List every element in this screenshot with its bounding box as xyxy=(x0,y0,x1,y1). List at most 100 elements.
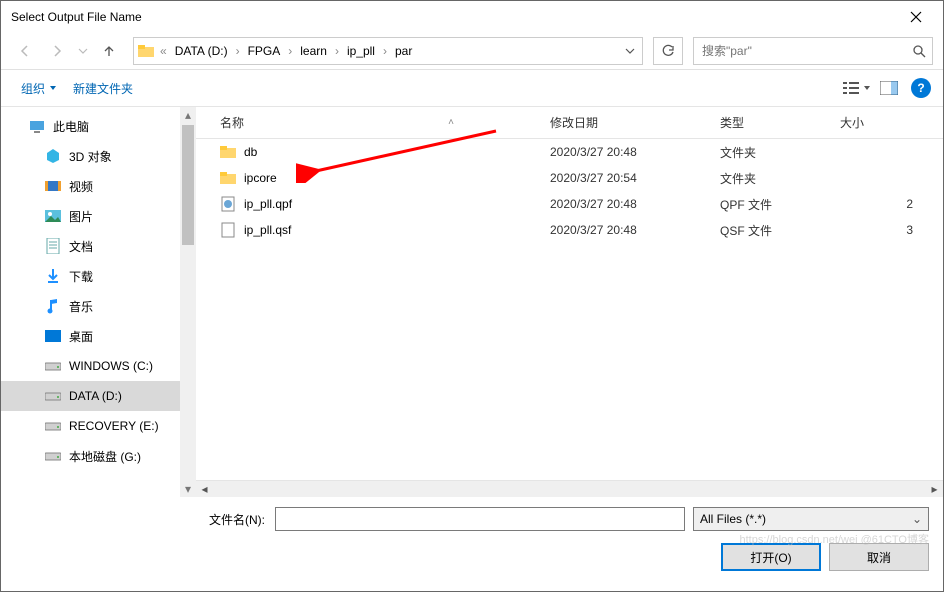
sidebar-item-label: RECOVERY (E:) xyxy=(69,419,159,433)
file-size: 3 xyxy=(832,223,943,237)
nav-up-button[interactable] xyxy=(95,37,123,65)
file-date: 2020/3/27 20:48 xyxy=(542,223,712,237)
video-icon xyxy=(45,178,61,194)
file-date: 2020/3/27 20:54 xyxy=(542,171,712,185)
file-hscrollbar[interactable]: ◂ ▸ xyxy=(196,480,943,497)
organize-label: 组织 xyxy=(21,80,45,97)
newfolder-label: 新建文件夹 xyxy=(73,80,133,97)
qpf-icon xyxy=(220,196,236,212)
sidebar-item[interactable]: 桌面 xyxy=(1,321,196,351)
sidebar-item[interactable]: 文档 xyxy=(1,231,196,261)
list-view-icon xyxy=(843,81,861,95)
3d-icon xyxy=(45,148,61,164)
sidebar-item-label: 本地磁盘 (G:) xyxy=(69,448,141,465)
scroll-up-icon: ▴ xyxy=(180,107,196,123)
scroll-thumb[interactable] xyxy=(182,125,194,245)
chevron-down-icon xyxy=(863,84,871,92)
help-button[interactable]: ? xyxy=(911,78,931,98)
sidebar-item[interactable]: 音乐 xyxy=(1,291,196,321)
address-bar[interactable]: « DATA (D:) › FPGA › learn › ip_pll › pa… xyxy=(133,37,643,65)
sidebar-item[interactable]: 下载 xyxy=(1,261,196,291)
file-row[interactable]: ip_pll.qsf 2020/3/27 20:48QSF 文件3 xyxy=(196,217,943,243)
sidebar-item-label: 下载 xyxy=(69,268,93,285)
file-row[interactable]: ip_pll.qpf2020/3/27 20:48QPF 文件2 xyxy=(196,191,943,217)
doc-icon xyxy=(45,238,61,254)
sidebar-item[interactable]: 此电脑 xyxy=(1,111,196,141)
sidebar-item[interactable]: 图片 xyxy=(1,201,196,231)
file-type: 文件夹 xyxy=(712,144,832,161)
sidebar-item[interactable]: WINDOWS (C:) xyxy=(1,351,196,381)
down-icon xyxy=(45,268,61,284)
breadcrumb-item[interactable]: ip_pll xyxy=(341,38,381,64)
drive-icon xyxy=(45,358,61,374)
search-input[interactable] xyxy=(700,43,912,59)
view-mode-button[interactable] xyxy=(843,74,871,102)
preview-icon xyxy=(880,81,898,95)
drive-icon xyxy=(45,448,61,464)
nav-back-button[interactable] xyxy=(11,37,39,65)
column-type[interactable]: 类型 xyxy=(712,114,832,131)
nav-recent-button[interactable] xyxy=(75,37,91,65)
watermark-text: https://blog.csdn.net/wei @61CTO博客 xyxy=(740,531,930,547)
refresh-button[interactable] xyxy=(653,37,683,65)
filter-label: All Files (*.*) xyxy=(700,512,766,526)
file-type: QSF 文件 xyxy=(712,222,832,239)
breadcrumb-item[interactable]: par xyxy=(389,38,418,64)
new-folder-button[interactable]: 新建文件夹 xyxy=(65,76,141,101)
file-name: ipcore xyxy=(244,171,277,185)
scroll-right-icon: ▸ xyxy=(926,481,943,497)
address-dropdown-button[interactable] xyxy=(618,38,642,64)
column-name[interactable]: 名称 ˄ xyxy=(212,114,542,131)
desk-icon xyxy=(45,328,61,344)
file-name: ip_pll.qsf xyxy=(244,223,291,237)
file-type-filter[interactable]: All Files (*.*) ⌄ xyxy=(693,507,929,531)
arrow-up-icon xyxy=(101,43,117,59)
breadcrumb-item[interactable]: learn xyxy=(294,38,333,64)
sidebar-item-label: 图片 xyxy=(69,208,93,225)
sidebar-item[interactable]: 本地磁盘 (G:) xyxy=(1,441,196,471)
close-button[interactable] xyxy=(893,1,939,33)
filename-input[interactable] xyxy=(275,507,685,531)
file-date: 2020/3/27 20:48 xyxy=(542,145,712,159)
arrow-right-icon xyxy=(49,43,65,59)
column-size[interactable]: 大小 xyxy=(832,114,943,131)
arrow-left-icon xyxy=(17,43,33,59)
sidebar-item-label: 文档 xyxy=(69,238,93,255)
pic-icon xyxy=(45,208,61,224)
close-icon xyxy=(910,11,922,23)
file-list: db2020/3/27 20:48文件夹 ipcore 2020/3/27 20:5… xyxy=(196,139,943,480)
nav-forward-button[interactable] xyxy=(43,37,71,65)
search-icon xyxy=(912,44,926,58)
breadcrumb-item[interactable]: DATA (D:) xyxy=(169,38,234,64)
sidebar-item[interactable]: RECOVERY (E:) xyxy=(1,411,196,441)
sidebar: 此电脑 3D 对象视频图片文档下载音乐桌面WINDOWS (C:)DATA (D:… xyxy=(1,107,196,497)
cancel-button[interactable]: 取消 xyxy=(829,543,929,571)
file-date: 2020/3/27 20:48 xyxy=(542,197,712,211)
folder-icon xyxy=(220,170,236,186)
open-button[interactable]: 打开(O) xyxy=(721,543,821,571)
column-headers: 名称 ˄ 修改日期 类型 大小 xyxy=(196,107,943,139)
file-row[interactable]: ipcore2020/3/27 20:54文件夹 xyxy=(196,165,943,191)
organize-menu[interactable]: 组织 xyxy=(13,76,65,101)
file-size: 2 xyxy=(832,197,943,211)
search-box[interactable] xyxy=(693,37,933,65)
file-icon xyxy=(220,222,236,238)
filename-label: 文件名(N): xyxy=(15,511,275,528)
file-type: QPF 文件 xyxy=(712,196,832,213)
file-row[interactable]: db2020/3/27 20:48文件夹 xyxy=(196,139,943,165)
sidebar-item[interactable]: 视频 xyxy=(1,171,196,201)
chevron-down-icon xyxy=(625,46,635,56)
sidebar-item[interactable]: DATA (D:) xyxy=(1,381,196,411)
breadcrumb-item[interactable]: FPGA xyxy=(242,38,287,64)
sidebar-scrollbar[interactable]: ▴ ▾ xyxy=(180,107,196,497)
scroll-left-icon: ◂ xyxy=(196,481,213,497)
window-title: Select Output File Name xyxy=(11,10,893,24)
sidebar-item[interactable]: 3D 对象 xyxy=(1,141,196,171)
preview-pane-button[interactable] xyxy=(875,74,903,102)
chevron-down-icon xyxy=(78,46,88,56)
pc-icon xyxy=(29,118,45,134)
breadcrumb-sep: « xyxy=(158,44,169,58)
column-date[interactable]: 修改日期 xyxy=(542,114,712,131)
music-icon xyxy=(45,298,61,314)
sidebar-item-label: 3D 对象 xyxy=(69,148,112,165)
